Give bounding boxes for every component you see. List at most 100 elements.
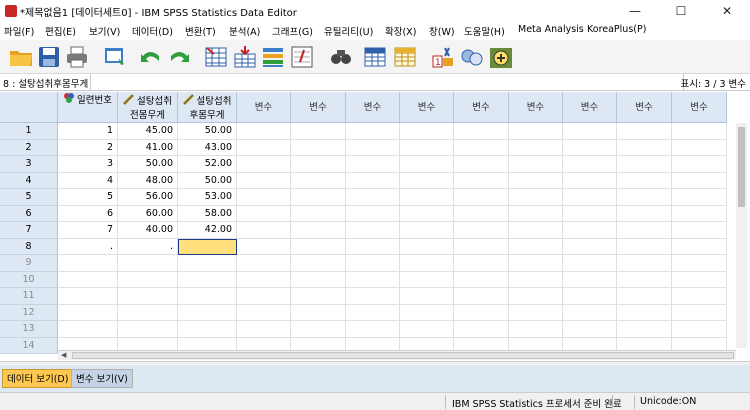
data-cell[interactable]: 52.00	[178, 156, 237, 173]
data-cell[interactable]	[346, 156, 400, 173]
data-cell[interactable]	[178, 271, 237, 288]
data-cell[interactable]	[58, 255, 118, 272]
find-icon[interactable]	[328, 44, 354, 70]
data-cell[interactable]: 45.00	[118, 123, 178, 140]
data-cell[interactable]	[454, 271, 509, 288]
data-cell[interactable]: 3	[58, 156, 118, 173]
column-header-variable[interactable]: 설탕섭취 전몸무게	[118, 92, 178, 123]
data-cell[interactable]	[400, 304, 454, 321]
data-cell[interactable]	[672, 255, 727, 272]
data-cell[interactable]	[237, 288, 291, 305]
data-cell[interactable]	[454, 156, 509, 173]
menu-transform[interactable]: 변환(T)	[185, 24, 216, 38]
data-cell[interactable]	[454, 123, 509, 140]
data-cell[interactable]	[454, 189, 509, 206]
data-cell[interactable]	[563, 172, 617, 189]
data-cell[interactable]	[672, 205, 727, 222]
data-cell[interactable]	[291, 172, 346, 189]
data-cell[interactable]	[346, 255, 400, 272]
data-cell[interactable]	[617, 189, 672, 206]
goto-variable-icon[interactable]	[232, 44, 258, 70]
data-cell[interactable]	[346, 172, 400, 189]
data-cell[interactable]	[237, 304, 291, 321]
data-cell[interactable]	[454, 172, 509, 189]
data-cell[interactable]	[672, 321, 727, 338]
data-cell[interactable]	[400, 205, 454, 222]
data-cell[interactable]	[617, 271, 672, 288]
redo-icon[interactable]	[166, 44, 192, 70]
data-cell[interactable]	[118, 321, 178, 338]
data-cell[interactable]	[509, 255, 563, 272]
column-header-empty[interactable]: 변수	[672, 92, 727, 123]
data-cell[interactable]	[563, 271, 617, 288]
data-cell[interactable]	[291, 238, 346, 255]
data-cell[interactable]	[400, 222, 454, 239]
data-cell[interactable]	[346, 238, 400, 255]
print-icon[interactable]	[64, 44, 90, 70]
scroll-left-icon[interactable]: ◀	[61, 351, 66, 359]
data-cell[interactable]	[237, 189, 291, 206]
close-button[interactable]: ✕	[704, 0, 750, 22]
data-cell[interactable]: 48.00	[118, 172, 178, 189]
data-cell[interactable]	[400, 172, 454, 189]
row-number[interactable]: 5	[0, 189, 58, 206]
column-header-empty[interactable]: 변수	[509, 92, 563, 123]
row-number[interactable]: 14	[0, 337, 58, 354]
data-cell[interactable]	[672, 172, 727, 189]
data-cell[interactable]	[291, 321, 346, 338]
data-cell[interactable]	[509, 288, 563, 305]
data-cell[interactable]	[58, 321, 118, 338]
menu-edit[interactable]: 편집(E)	[45, 24, 76, 38]
data-cell[interactable]	[563, 238, 617, 255]
data-cell[interactable]	[563, 156, 617, 173]
data-cell[interactable]	[118, 304, 178, 321]
row-number[interactable]: 4	[0, 172, 58, 189]
data-cell[interactable]	[454, 222, 509, 239]
data-cell[interactable]	[672, 189, 727, 206]
data-cell[interactable]: 53.00	[178, 189, 237, 206]
data-cell[interactable]	[346, 271, 400, 288]
insert-variable-icon[interactable]	[392, 44, 418, 70]
menu-data[interactable]: 데이터(D)	[132, 24, 173, 38]
data-cell[interactable]	[58, 304, 118, 321]
data-cell[interactable]: 5	[58, 189, 118, 206]
data-cell[interactable]: 41.00	[118, 139, 178, 156]
row-number[interactable]: 1	[0, 123, 58, 140]
menu-meta-analysis[interactable]: Meta Analysis	[518, 24, 584, 35]
data-cell[interactable]	[237, 123, 291, 140]
data-cell[interactable]	[400, 271, 454, 288]
data-cell[interactable]: 1	[58, 123, 118, 140]
data-cell[interactable]	[237, 172, 291, 189]
data-cell[interactable]	[400, 123, 454, 140]
data-cell[interactable]	[346, 205, 400, 222]
split-file-icon[interactable]: 1	[430, 44, 456, 70]
data-cell[interactable]	[672, 139, 727, 156]
data-cell[interactable]	[509, 123, 563, 140]
data-cell[interactable]: 58.00	[178, 205, 237, 222]
data-cell[interactable]	[509, 189, 563, 206]
data-cell[interactable]	[400, 238, 454, 255]
row-number[interactable]: 12	[0, 304, 58, 321]
column-header-empty[interactable]: 변수	[400, 92, 454, 123]
select-cases-icon[interactable]	[488, 44, 514, 70]
data-cell[interactable]	[346, 222, 400, 239]
data-cell[interactable]	[58, 288, 118, 305]
data-cell[interactable]	[237, 205, 291, 222]
data-cell[interactable]: 60.00	[118, 205, 178, 222]
data-cell[interactable]	[454, 139, 509, 156]
data-cell[interactable]	[237, 238, 291, 255]
data-cell[interactable]	[509, 172, 563, 189]
column-header-empty[interactable]: 변수	[291, 92, 346, 123]
horizontal-scroll-thumb[interactable]	[72, 352, 734, 359]
column-header-empty[interactable]: 변수	[454, 92, 509, 123]
data-cell[interactable]	[237, 271, 291, 288]
data-cell[interactable]	[178, 288, 237, 305]
data-cell[interactable]: 2	[58, 139, 118, 156]
data-cell[interactable]	[58, 271, 118, 288]
data-cell[interactable]	[617, 172, 672, 189]
data-cell[interactable]	[454, 238, 509, 255]
data-cell[interactable]	[454, 205, 509, 222]
data-cell[interactable]	[237, 139, 291, 156]
data-cell[interactable]	[178, 304, 237, 321]
data-cell[interactable]	[400, 288, 454, 305]
